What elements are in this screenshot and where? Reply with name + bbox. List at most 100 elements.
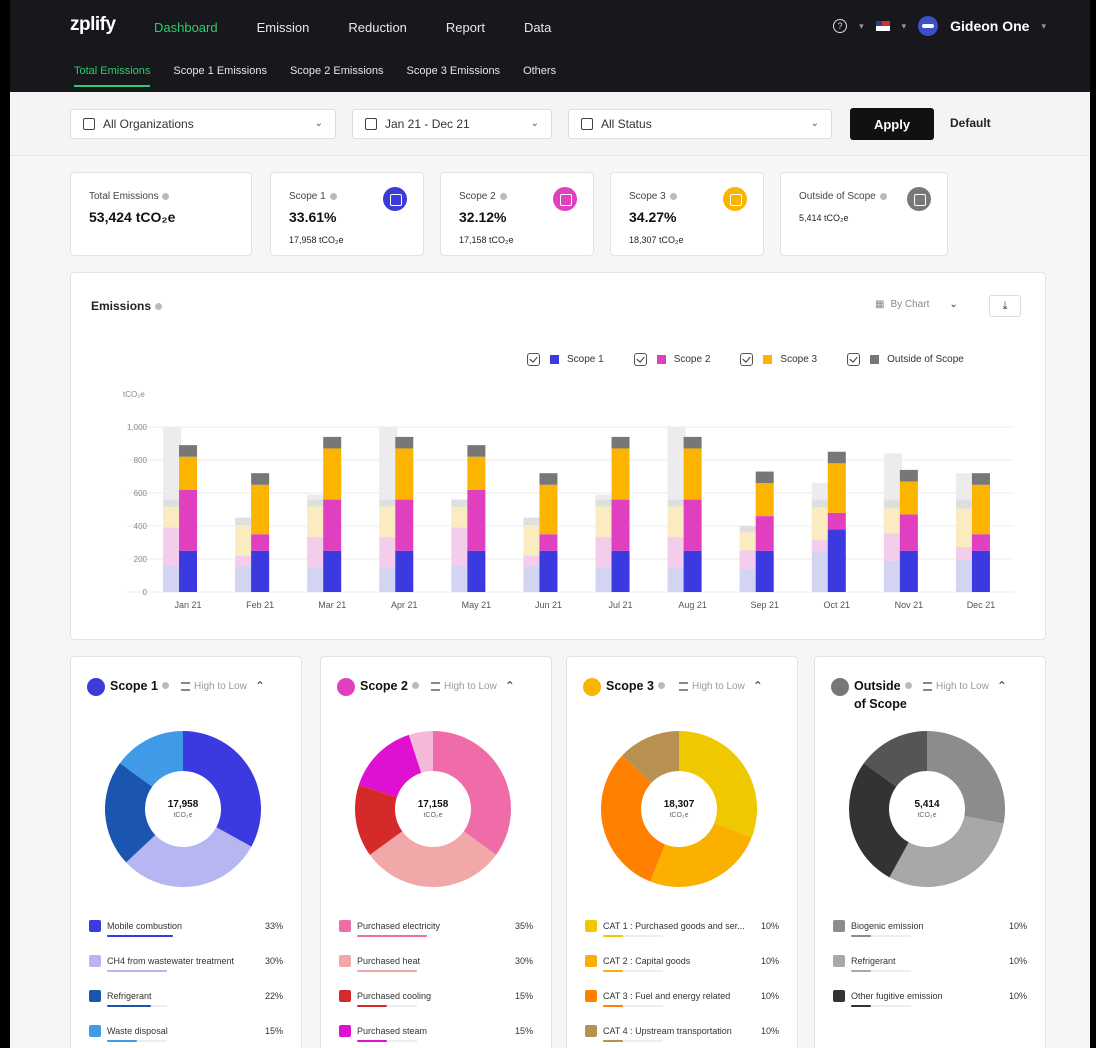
nav-reduction[interactable]: Reduction [348, 20, 407, 35]
donut-slice[interactable] [433, 731, 511, 855]
item-underline [357, 970, 417, 972]
info-icon[interactable] [161, 682, 169, 690]
color-swatch [89, 955, 101, 967]
us-flag-icon[interactable] [875, 21, 890, 31]
info-icon[interactable] [904, 682, 912, 690]
list-item[interactable]: Purchased electricity 35% [337, 919, 533, 954]
sort-icon [923, 681, 932, 691]
list-item[interactable]: CAT 1 : Purchased goods and ser... 10% [583, 919, 779, 954]
sort-toggle[interactable]: High to Low ⌃ [181, 679, 265, 693]
item-name: Mobile combustion [107, 921, 183, 931]
nav-data[interactable]: Data [524, 20, 551, 35]
default-button[interactable]: Default [950, 116, 991, 130]
nav-emission[interactable]: Emission [257, 20, 310, 35]
donut-slice[interactable] [650, 822, 752, 887]
sort-icon [431, 681, 440, 691]
list-item[interactable]: Refrigerant 22% [87, 989, 283, 1024]
list-item[interactable]: CAT 4 : Upstream transportation 10% [583, 1024, 779, 1048]
info-icon[interactable] [499, 192, 507, 200]
zplify-logo[interactable]: zplify [70, 14, 116, 36]
ghost-segment [307, 567, 326, 592]
donut-slice[interactable] [889, 816, 1004, 887]
ghost-segment [163, 506, 182, 528]
color-swatch [89, 920, 101, 932]
tab-total-emissions[interactable]: Total Emissions [74, 65, 151, 87]
list-item[interactable]: Purchased steam 15% [337, 1024, 533, 1048]
sort-toggle[interactable]: High to Low ⌃ [431, 679, 515, 693]
nav-report[interactable]: Report [446, 20, 485, 35]
item-percent: 10% [1008, 956, 1027, 966]
breakdown-title-text: Scope 2 [360, 679, 408, 693]
item-name: CAT 1 : Purchased goods and ser... [603, 921, 745, 931]
info-icon[interactable] [657, 682, 665, 690]
tab-scope2-emissions[interactable]: Scope 2 Emissions [290, 65, 384, 87]
chevron-up-icon[interactable]: ⌃ [255, 679, 265, 693]
sort-icon [679, 681, 688, 691]
chevron-up-icon[interactable]: ⌃ [505, 679, 515, 693]
legend-checkbox-scope3[interactable] [740, 353, 754, 366]
x-tick-label: Mar 21 [318, 600, 346, 610]
download-button[interactable]: ⤓ [989, 295, 1021, 317]
nav-dashboard[interactable]: Dashboard [154, 20, 218, 35]
bar-segment [899, 469, 918, 482]
tab-others[interactable]: Others [523, 65, 556, 87]
apply-button[interactable]: Apply [850, 108, 934, 140]
list-item[interactable]: CH4 from wastewater treatment 30% [87, 954, 283, 989]
date-range-select[interactable]: Jan 21 - Dec 21 ⌄ [352, 109, 552, 139]
avatar[interactable] [918, 16, 939, 36]
tab-scope3-emissions[interactable]: Scope 3 Emissions [407, 65, 501, 87]
legend-label: Scope 1 [567, 354, 604, 365]
sort-toggle[interactable]: High to Low ⌃ [679, 679, 763, 693]
donut-slice[interactable] [183, 731, 261, 847]
kpi-label: Scope 3 [629, 191, 677, 202]
info-icon[interactable] [162, 192, 170, 200]
item-underline [603, 1005, 623, 1007]
bar-segment [323, 550, 342, 592]
item-percent: 10% [760, 991, 779, 1001]
list-item[interactable]: Mobile combustion 33% [87, 919, 283, 954]
view-select[interactable]: ▦ By Chart ⌄ [875, 299, 958, 310]
ghost-segment [739, 526, 758, 533]
legend-checkbox-scope1[interactable] [527, 353, 540, 366]
list-item[interactable]: Refrigerant 10% [831, 954, 1027, 989]
bar-segment [323, 499, 342, 551]
color-swatch [833, 920, 845, 932]
legend-checkbox-scope2[interactable] [633, 353, 647, 366]
status-select[interactable]: All Status ⌄ [568, 109, 832, 139]
list-item[interactable]: Other fugitive emission 10% [831, 989, 1027, 1024]
info-icon[interactable] [329, 192, 337, 200]
tab-scope1-emissions[interactable]: Scope 1 Emissions [173, 65, 267, 87]
item-underline [107, 1005, 151, 1007]
info-icon[interactable] [411, 682, 419, 690]
help-icon[interactable]: ? [833, 19, 848, 33]
donut-slice[interactable] [927, 731, 1005, 824]
list-item[interactable]: Biogenic emission 10% [831, 919, 1027, 954]
ghost-segment [379, 536, 398, 568]
chevron-up-icon[interactable]: ⌃ [753, 679, 763, 693]
bar-segment [467, 445, 486, 457]
user-name[interactable]: Gideon One [950, 18, 1029, 34]
list-item[interactable]: Purchased cooling 15% [337, 989, 533, 1024]
info-icon[interactable] [669, 192, 677, 200]
organization-select[interactable]: All Organizations ⌄ [70, 109, 336, 139]
chevron-up-icon[interactable]: ⌃ [997, 679, 1007, 693]
info-icon[interactable] [155, 303, 163, 311]
list-item[interactable]: Purchased heat 30% [337, 954, 533, 989]
info-icon[interactable] [879, 192, 887, 200]
top-right-controls: ? ▾ ▾ Gideon One ▾ [833, 16, 1046, 36]
color-swatch [339, 990, 351, 1002]
y-tick-label: 200 [134, 555, 148, 564]
ghost-segment [163, 499, 182, 507]
ghost-segment [307, 499, 326, 507]
sort-toggle[interactable]: High to Low ⌃ [923, 679, 1007, 693]
donut-slice[interactable] [358, 734, 422, 798]
donut-slice[interactable] [679, 731, 757, 838]
main-nav: Dashboard Emission Reduction Report Data [154, 20, 590, 35]
list-item[interactable]: Waste disposal 15% [87, 1024, 283, 1048]
legend-swatch [763, 355, 773, 364]
legend-checkbox-outside-scope[interactable] [847, 353, 861, 366]
list-item[interactable]: CAT 2 : Capital goods 10% [583, 954, 779, 989]
scope-icon [583, 678, 601, 696]
list-item[interactable]: CAT 3 : Fuel and energy related 10% [583, 989, 779, 1024]
sort-label: High to Low [194, 680, 247, 692]
